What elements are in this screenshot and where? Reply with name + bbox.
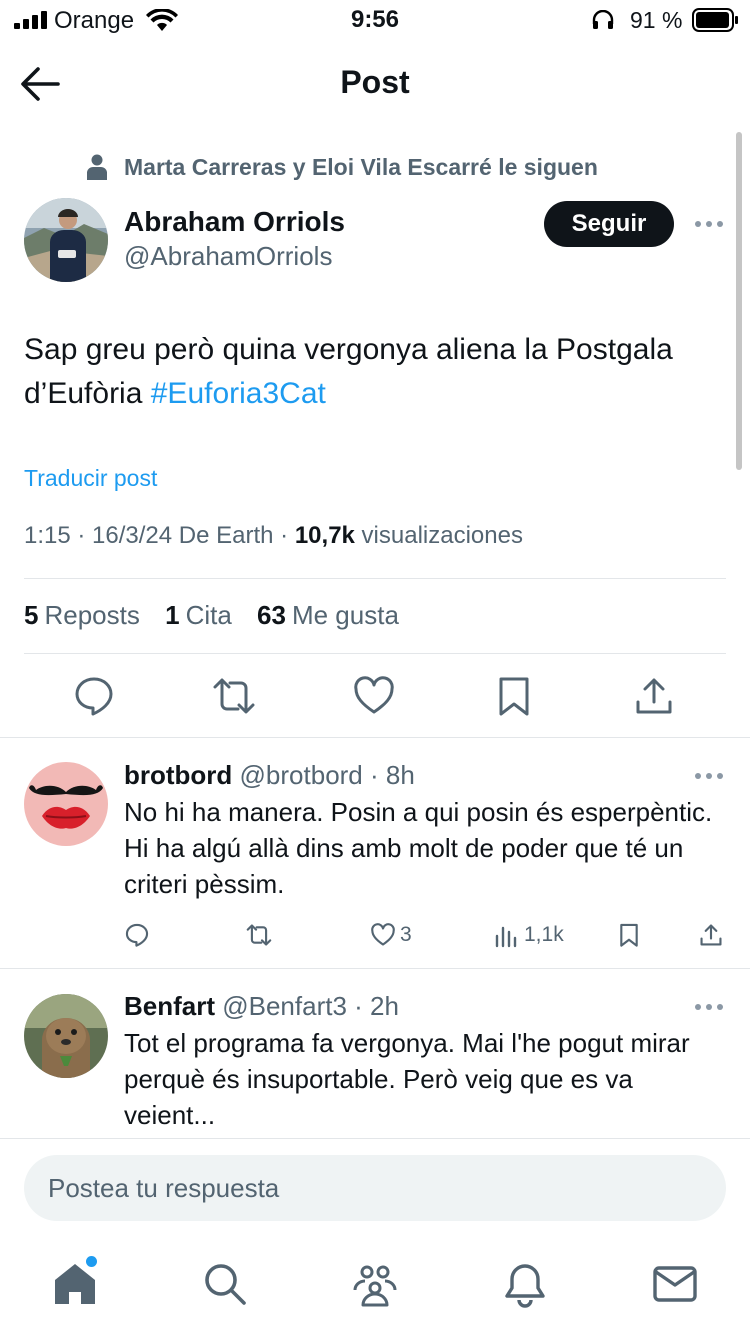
social-context-text: Marta Carreras y Eloi Vila Escarré le si…	[124, 153, 598, 180]
quotes-stat[interactable]: 1 Cita	[165, 600, 232, 630]
reply-composer-bar: Postea tu respuesta	[0, 1138, 750, 1234]
battery-icon	[692, 8, 738, 32]
search-icon[interactable]	[201, 1260, 249, 1308]
more-icon[interactable]	[694, 1003, 724, 1011]
home-new-indicator	[86, 1256, 97, 1267]
likes-stat[interactable]: 63 Me gusta	[257, 600, 399, 630]
notifications-icon[interactable]	[501, 1260, 549, 1308]
home-icon[interactable]	[51, 1260, 99, 1308]
likes-label: Me gusta	[291, 600, 399, 630]
hashtag-link[interactable]: #Euforia3Cat	[151, 377, 326, 410]
scrollbar[interactable]	[736, 132, 742, 470]
reply-repost-button[interactable]	[246, 920, 272, 950]
reply-like-button[interactable]: 3	[370, 920, 412, 950]
reply-text: Tot el programa fa vergonya. Mai l'he po…	[124, 1028, 690, 1130]
bookmark-icon	[620, 923, 638, 947]
reply-input[interactable]: Postea tu respuesta	[24, 1155, 726, 1221]
reply-like-count: 3	[400, 923, 412, 946]
reposts-count: 5	[24, 600, 39, 630]
reply-views-count: 1,1k	[524, 923, 564, 946]
communities-icon[interactable]	[351, 1260, 399, 1308]
top-bar: Post	[0, 42, 750, 128]
share-icon	[700, 924, 722, 946]
reply-icon[interactable]	[72, 674, 116, 718]
reply-handle-time[interactable]: @Benfart3 · 2h	[215, 991, 399, 1021]
reply-handle-time[interactable]: @brotbord · 8h	[232, 760, 415, 790]
reply-icon	[125, 923, 149, 947]
more-icon[interactable]	[694, 772, 724, 780]
quotes-label: Cita	[185, 600, 232, 630]
reply-text: No hi ha manera. Posin a qui posin és es…	[124, 797, 713, 899]
author-avatar[interactable]	[24, 198, 108, 282]
reply-views-button[interactable]: 1,1k	[494, 920, 564, 950]
social-context[interactable]: Marta Carreras y Eloi Vila Escarré le si…	[86, 150, 598, 184]
divider	[0, 968, 750, 969]
reply-avatar[interactable]	[24, 994, 108, 1078]
divider	[0, 737, 750, 738]
views-count: 10,7k	[294, 522, 355, 549]
reply-reply-button[interactable]	[124, 920, 150, 950]
repost-icon[interactable]	[212, 674, 256, 718]
engagement-stats: 5 Reposts 1 Cita 63 Me gusta	[24, 600, 417, 631]
divider	[24, 578, 726, 579]
views-icon	[495, 926, 517, 948]
page-title: Post	[340, 64, 410, 100]
follow-button[interactable]: Seguir	[544, 201, 674, 247]
quotes-count: 1	[165, 600, 180, 630]
reply-author-name[interactable]: brotbord	[124, 760, 232, 790]
reposts-stat[interactable]: 5 Reposts	[24, 600, 140, 630]
post-meta: 1:15 · 16/3/24 De Earth · 10,7k visualiz…	[24, 522, 523, 550]
post-text: Sap greu però quina vergonya aliena la P…	[24, 328, 724, 416]
bookmark-icon[interactable]	[492, 674, 536, 718]
like-icon	[371, 923, 395, 946]
post-body: Sap greu però quina vergonya aliena la P…	[24, 333, 673, 410]
views-label: visualizaciones	[354, 522, 523, 549]
divider	[24, 653, 726, 654]
repost-icon	[246, 924, 272, 946]
person-icon	[87, 154, 107, 180]
author-name[interactable]: Abraham Orriols	[124, 206, 345, 238]
messages-icon[interactable]	[651, 1260, 699, 1308]
likes-count: 63	[257, 600, 286, 630]
headphones-icon	[592, 10, 614, 29]
reposts-label: Reposts	[44, 600, 140, 630]
reply-header: Benfart @Benfart3 · 2h	[124, 991, 399, 1022]
status-bar: Orange 9:56 91 %	[0, 0, 750, 42]
share-icon[interactable]	[632, 674, 676, 718]
more-icon[interactable]	[694, 220, 724, 228]
reply-bookmark-button[interactable]	[616, 920, 642, 950]
bottom-tab-bar	[0, 1234, 750, 1334]
post-time-date-source: 1:15 · 16/3/24 De Earth ·	[24, 522, 295, 549]
reply-header: brotbord @brotbord · 8h	[124, 760, 415, 791]
translate-link[interactable]: Traducir post	[24, 465, 157, 492]
reply-share-button[interactable]	[698, 920, 724, 950]
battery-percent: 91 %	[630, 7, 683, 33]
reply-avatar[interactable]	[24, 762, 108, 846]
like-icon[interactable]	[352, 674, 396, 718]
author-handle[interactable]: @AbrahamOrriols	[124, 241, 332, 272]
reply-author-name[interactable]: Benfart	[124, 991, 215, 1021]
